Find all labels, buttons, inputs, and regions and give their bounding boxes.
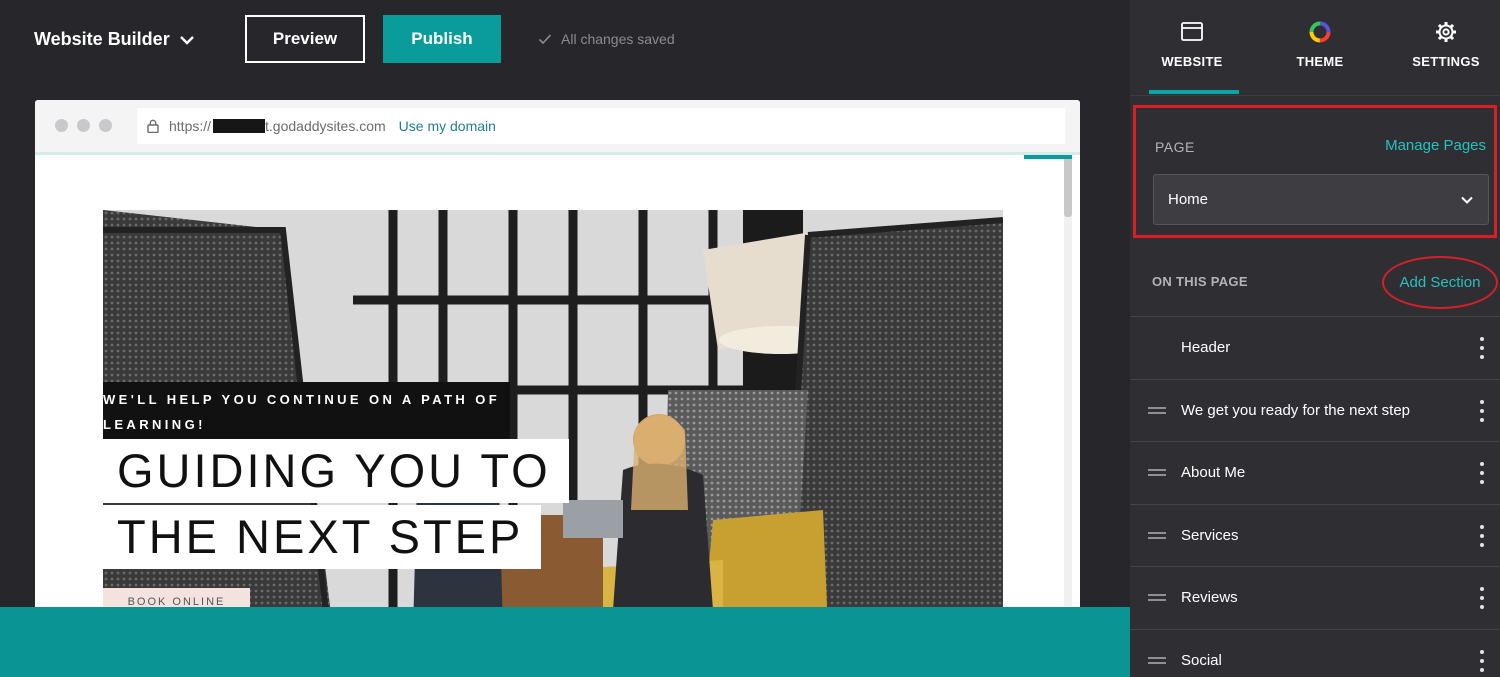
gear-icon — [1436, 22, 1456, 42]
site-preview-frame: https:// t.godaddysites.com Use my domai… — [35, 100, 1080, 620]
hero-headline-line2: THE NEXT STEP — [103, 505, 542, 569]
drag-handle-icon[interactable] — [1148, 469, 1166, 476]
page-dropdown[interactable]: Home — [1153, 174, 1489, 225]
add-section-label: Add Section — [1399, 274, 1481, 291]
drag-handle-icon[interactable] — [1148, 594, 1166, 601]
more-options-icon[interactable] — [1479, 524, 1485, 547]
chevron-down-icon — [179, 35, 194, 45]
tab-theme-label: THEME — [1296, 54, 1344, 69]
window-dot — [77, 119, 90, 132]
publish-button[interactable]: Publish — [383, 15, 501, 63]
section-item-reviews[interactable]: Reviews — [1130, 566, 1500, 629]
save-status: All changes saved — [538, 31, 675, 47]
preview-progress-strip — [1024, 155, 1072, 159]
section-label: Social — [1181, 651, 1222, 669]
section-label: Reviews — [1181, 589, 1238, 607]
tab-settings-label: SETTINGS — [1412, 54, 1480, 69]
window-dot — [55, 119, 68, 132]
url-domain: t.godaddysites.com — [265, 118, 386, 134]
more-options-icon[interactable] — [1479, 587, 1485, 609]
section-item-header[interactable]: Header — [1130, 316, 1500, 379]
panel-tabs: WEBSITE THEME SETTINGS — [1130, 0, 1500, 96]
window-dot — [99, 119, 112, 132]
redacted-subdomain — [213, 119, 266, 133]
drag-handle-icon[interactable] — [1148, 531, 1166, 539]
tab-website[interactable]: WEBSITE — [1142, 20, 1242, 69]
tab-settings[interactable]: SETTINGS — [1396, 20, 1496, 69]
section-item-social[interactable]: Social — [1130, 628, 1500, 677]
more-options-icon[interactable] — [1479, 462, 1485, 484]
color-ring-icon — [1309, 21, 1331, 43]
chevron-down-icon — [1461, 196, 1473, 204]
page-dropdown-value: Home — [1168, 191, 1209, 208]
top-toolbar: Website Builder Preview Publish All chan… — [0, 0, 1130, 80]
active-tab-indicator — [1149, 90, 1239, 94]
hero-eyebrow-line2: LEARNING! — [103, 417, 206, 432]
app-title: Website Builder — [34, 29, 170, 49]
editor-side-panel: WEBSITE THEME SETTINGS PAGE Manage Pages… — [1130, 0, 1500, 677]
drag-handle-icon[interactable] — [1148, 406, 1166, 414]
add-section-button[interactable]: Add Section — [1382, 256, 1498, 309]
more-options-icon[interactable] — [1479, 399, 1485, 422]
more-options-icon[interactable] — [1479, 649, 1485, 672]
window-dots — [55, 119, 112, 132]
site-page-canvas[interactable]: WE'LL HELP YOU CONTINUE ON A PATH OF LEA… — [35, 155, 1080, 620]
section-list: Header We get you ready for the next ste… — [1130, 316, 1500, 677]
use-my-domain-link[interactable]: Use my domain — [399, 118, 496, 134]
more-options-icon[interactable] — [1479, 337, 1485, 359]
tab-theme[interactable]: THEME — [1270, 20, 1370, 69]
checkmark-icon — [538, 34, 552, 45]
preview-button[interactable]: Preview — [245, 15, 365, 63]
lock-icon — [147, 119, 159, 133]
save-status-text: All changes saved — [561, 31, 675, 47]
url-prefix: https:// — [169, 118, 212, 134]
section-item-about-me[interactable]: About Me — [1130, 441, 1500, 504]
preview-scroll-thumb[interactable] — [1064, 155, 1072, 217]
hero-eyebrow-line1: WE'LL HELP YOU CONTINUE ON A PATH OF — [103, 392, 501, 407]
section-item-next-step[interactable]: We get you ready for the next step — [1130, 378, 1500, 442]
browser-chrome: https:// t.godaddysites.com Use my domai… — [35, 100, 1080, 155]
page-label: PAGE — [1155, 139, 1195, 155]
section-label: We get you ready for the next step — [1181, 401, 1411, 419]
tab-website-label: WEBSITE — [1161, 54, 1223, 69]
section-item-services[interactable]: Services — [1130, 503, 1500, 567]
preview-scrollbar[interactable] — [1064, 155, 1072, 620]
section-label: Services — [1181, 526, 1239, 544]
hero-headline-line1: GUIDING YOU TO — [103, 439, 569, 503]
page-selector-group: PAGE Manage Pages Home — [1133, 105, 1497, 238]
url-bar: https:// t.godaddysites.com Use my domai… — [137, 108, 1065, 144]
drag-handle-icon[interactable] — [1148, 656, 1166, 664]
manage-pages-link[interactable]: Manage Pages — [1385, 137, 1486, 154]
section-label: Header — [1181, 339, 1231, 357]
hero-eyebrow: WE'LL HELP YOU CONTINUE ON A PATH OF LEA… — [103, 382, 511, 442]
footer-band — [0, 607, 1130, 677]
on-this-page-label: ON THIS PAGE — [1152, 274, 1248, 289]
website-builder-menu[interactable]: Website Builder — [34, 29, 196, 50]
browser-window-icon — [1181, 22, 1203, 41]
section-label: About Me — [1181, 464, 1246, 482]
